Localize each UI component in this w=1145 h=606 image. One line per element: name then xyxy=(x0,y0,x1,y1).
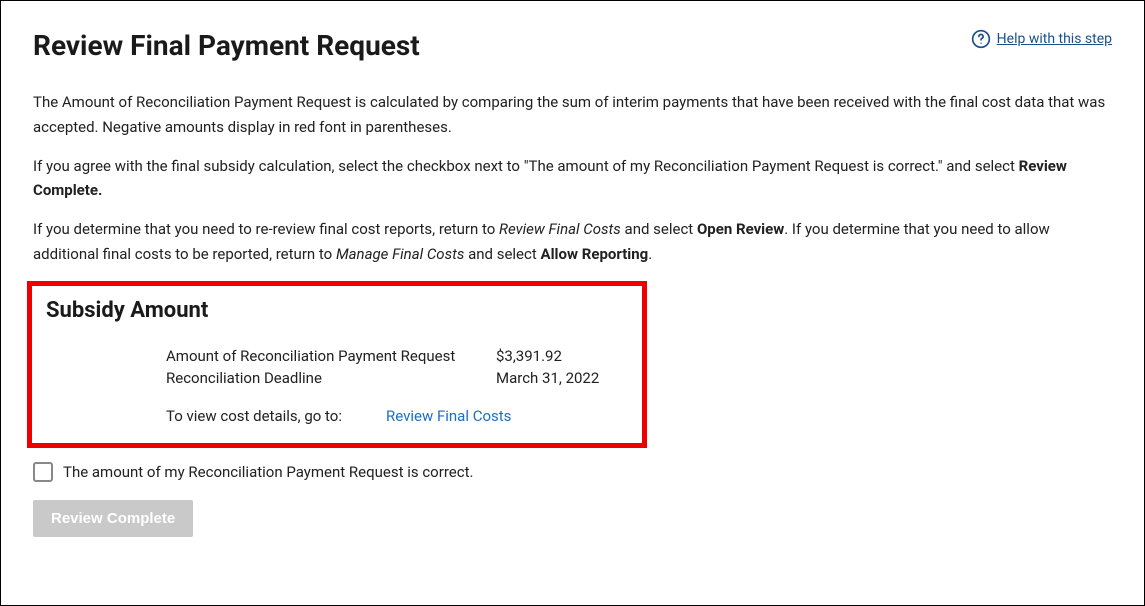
confirm-checkbox-label: The amount of my Reconciliation Payment … xyxy=(63,463,473,481)
intro-paragraph-2: If you agree with the final subsidy calc… xyxy=(33,154,1112,204)
subsidy-section-title: Subsidy Amount xyxy=(46,298,628,323)
intro-paragraph-3: If you determine that you need to re-rev… xyxy=(33,217,1112,267)
help-link[interactable]: Help with this step xyxy=(971,29,1112,49)
subsidy-amount-value: $3,391.92 xyxy=(496,347,562,365)
subsidy-deadline-value: March 31, 2022 xyxy=(496,369,599,387)
subsidy-row-amount: Amount of Reconciliation Payment Request… xyxy=(166,347,628,365)
subsidy-row-deadline: Reconciliation Deadline March 31, 2022 xyxy=(166,369,628,387)
subsidy-amount-label: Amount of Reconciliation Payment Request xyxy=(166,347,496,365)
subsidy-link-label: To view cost details, go to: xyxy=(166,407,386,425)
page-title: Review Final Payment Request xyxy=(33,29,420,62)
intro-paragraph-1: The Amount of Reconciliation Payment Req… xyxy=(33,90,1112,140)
review-final-costs-link[interactable]: Review Final Costs xyxy=(386,407,511,425)
confirm-checkbox[interactable] xyxy=(33,462,53,482)
review-complete-button[interactable]: Review Complete xyxy=(33,500,193,537)
subsidy-link-row: To view cost details, go to: Review Fina… xyxy=(166,407,628,425)
help-icon xyxy=(971,29,991,49)
subsidy-highlight-box: Subsidy Amount Amount of Reconciliation … xyxy=(27,281,647,448)
subsidy-deadline-label: Reconciliation Deadline xyxy=(166,369,496,387)
help-link-label: Help with this step xyxy=(997,31,1112,47)
